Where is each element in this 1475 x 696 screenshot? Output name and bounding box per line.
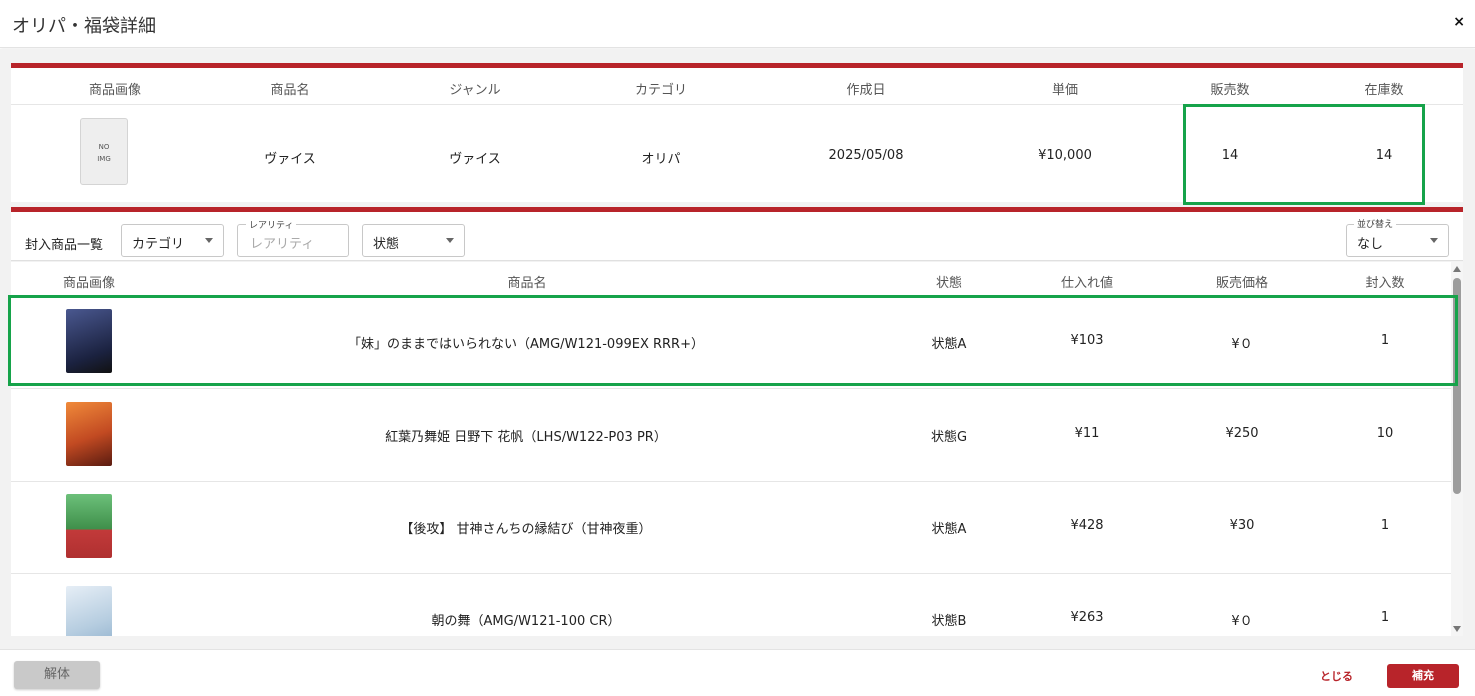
summary-header-image: 商品画像 bbox=[88, 83, 141, 98]
table-row[interactable]: 「妹」のままではいられない（AMG/W121-099EX RRR+） 状態A ¥… bbox=[11, 297, 1451, 389]
enclosed-items-list: 商品画像 商品名 状態 仕入れ値 販売価格 封入数 「妹」のままではいられない（… bbox=[11, 262, 1463, 636]
close-button[interactable]: とじる bbox=[1320, 668, 1353, 684]
summary-product-name: ヴァイス bbox=[264, 152, 316, 167]
table-row[interactable]: 紅葉乃舞姫 日野下 花帆（LHS/W122-P03 PR） 状態G ¥11 ¥2… bbox=[11, 390, 1451, 482]
row-product-name: 朝の舞（AMG/W121-100 CR） bbox=[431, 614, 621, 629]
row-qty: 1 bbox=[1380, 610, 1390, 625]
list-header-name: 商品名 bbox=[507, 276, 547, 291]
card-thumbnail bbox=[66, 309, 112, 373]
dismantle-button[interactable]: 解体 bbox=[14, 661, 100, 689]
summary-table: 商品画像 商品名 ジャンル カテゴリ 作成日 単価 販売数 在庫数 NO IMG… bbox=[11, 63, 1463, 202]
card-thumbnail bbox=[66, 402, 112, 466]
list-header-qty: 封入数 bbox=[1365, 276, 1405, 291]
row-price: ¥０ bbox=[1231, 337, 1253, 352]
row-condition: 状態A bbox=[931, 522, 967, 537]
row-cost: ¥428 bbox=[1070, 518, 1104, 533]
list-header-image: 商品画像 bbox=[62, 276, 115, 291]
row-price: ¥30 bbox=[1229, 518, 1255, 533]
row-condition: 状態G bbox=[930, 430, 968, 445]
row-cost: ¥103 bbox=[1070, 333, 1104, 348]
row-product-name: 「妹」のままではいられない（AMG/W121-099EX RRR+） bbox=[348, 337, 704, 352]
summary-unit-price: ¥10,000 bbox=[1038, 148, 1092, 163]
table-row[interactable]: 朝の舞（AMG/W121-100 CR） 状態B ¥263 ¥０ 1 bbox=[11, 574, 1451, 636]
summary-header-genre: ジャンル bbox=[449, 83, 501, 98]
category-select[interactable]: カテゴリ bbox=[121, 224, 224, 257]
modal-title: オリパ・福袋詳細 bbox=[12, 16, 156, 37]
chevron-down-icon bbox=[1430, 238, 1438, 243]
no-image-placeholder: NO IMG bbox=[80, 118, 128, 185]
row-cost: ¥263 bbox=[1070, 610, 1104, 625]
filter-toolbar: 封入商品一覧 カテゴリ レアリティ レアリティ 状態 なし 並び替え bbox=[11, 207, 1463, 261]
row-condition: 状態B bbox=[931, 614, 967, 629]
chevron-down-icon bbox=[446, 238, 454, 243]
summary-header-unit-price: 単価 bbox=[1051, 83, 1078, 98]
row-product-name: 紅葉乃舞姫 日野下 花帆（LHS/W122-P03 PR） bbox=[385, 430, 667, 445]
list-header-cost: 仕入れ値 bbox=[1060, 276, 1113, 291]
summary-header-sold: 販売数 bbox=[1210, 83, 1250, 98]
chevron-down-icon bbox=[205, 238, 213, 243]
summary-stock-count: 14 bbox=[1375, 148, 1393, 163]
sort-label: 並び替え bbox=[1354, 217, 1397, 230]
summary-created-date: 2025/05/08 bbox=[828, 148, 904, 163]
condition-select[interactable]: 状態 bbox=[362, 224, 465, 257]
modal-footer: 解体 とじる 補充 bbox=[0, 649, 1475, 696]
summary-header-created: 作成日 bbox=[846, 83, 886, 98]
row-qty: 1 bbox=[1380, 518, 1390, 533]
refill-button[interactable]: 補充 bbox=[1387, 664, 1459, 688]
row-product-name: 【後攻】 甘神さんちの縁結び（甘神夜重） bbox=[400, 522, 652, 537]
summary-category: オリパ bbox=[641, 152, 681, 167]
scroll-up-icon[interactable] bbox=[1453, 266, 1461, 272]
scroll-down-icon[interactable] bbox=[1453, 626, 1461, 632]
list-header-price: 販売価格 bbox=[1215, 276, 1268, 291]
close-icon[interactable]: × bbox=[1453, 14, 1465, 30]
list-header: 商品画像 商品名 状態 仕入れ値 販売価格 封入数 bbox=[11, 262, 1451, 296]
list-scrollbar[interactable] bbox=[1451, 262, 1463, 636]
row-qty: 10 bbox=[1376, 426, 1394, 441]
scrollbar-thumb[interactable] bbox=[1453, 278, 1461, 494]
card-thumbnail bbox=[66, 586, 112, 636]
rarity-label: レアリティ bbox=[246, 218, 297, 231]
modal-header: オリパ・福袋詳細 × bbox=[0, 0, 1475, 48]
row-cost: ¥11 bbox=[1074, 426, 1100, 441]
summary-header-category: カテゴリ bbox=[634, 83, 687, 98]
card-thumbnail bbox=[66, 494, 112, 558]
row-price: ¥250 bbox=[1225, 426, 1259, 441]
summary-sold-count: 14 bbox=[1221, 148, 1239, 163]
enclosed-items-label: 封入商品一覧 bbox=[25, 238, 104, 253]
row-qty: 1 bbox=[1380, 333, 1390, 348]
list-header-condition: 状態 bbox=[935, 276, 962, 291]
divider bbox=[11, 104, 1463, 105]
summary-header-name: 商品名 bbox=[270, 83, 310, 98]
row-price: ¥０ bbox=[1231, 614, 1253, 629]
summary-genre: ヴァイス bbox=[449, 152, 501, 167]
summary-header-stock: 在庫数 bbox=[1364, 83, 1404, 98]
row-condition: 状態A bbox=[931, 337, 967, 352]
table-row[interactable]: 【後攻】 甘神さんちの縁結び（甘神夜重） 状態A ¥428 ¥30 1 bbox=[11, 482, 1451, 574]
